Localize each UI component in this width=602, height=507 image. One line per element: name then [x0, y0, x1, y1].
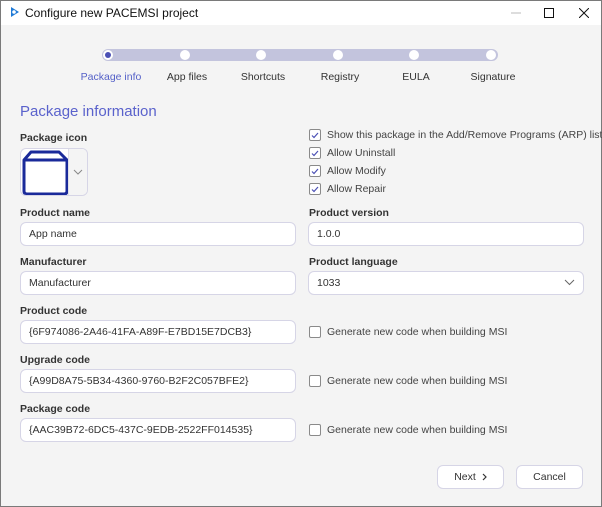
generate-product-code-checkbox[interactable]: [309, 326, 321, 338]
show-in-arp-checkbox[interactable]: [309, 129, 321, 141]
close-button[interactable]: [567, 1, 601, 25]
product-name-label: Product name: [20, 207, 91, 219]
title-bar: Configure new PACEMSI project: [1, 1, 601, 25]
step-label-registry[interactable]: Registry: [321, 71, 360, 83]
window-title: Configure new PACEMSI project: [25, 6, 199, 20]
checkmark-icon: [311, 168, 319, 174]
product-code-label: Product code: [20, 305, 88, 317]
package-code-input[interactable]: {AAC39B72-6DC5-437C-9EDB-2522FF014535}: [20, 418, 296, 442]
product-name-input[interactable]: App name: [20, 222, 296, 246]
step-label-signature[interactable]: Signature: [471, 71, 516, 83]
generate-package-code-checkbox[interactable]: [309, 424, 321, 436]
allow-uninstall-label: Allow Uninstall: [327, 147, 396, 159]
product-version-label: Product version: [309, 207, 389, 219]
generate-package-code-row[interactable]: Generate new code when building MSI: [309, 423, 507, 437]
step-label-package-info[interactable]: Package info: [81, 71, 142, 83]
allow-uninstall-checkbox-row[interactable]: Allow Uninstall: [309, 146, 395, 160]
checkmark-icon: [311, 132, 319, 138]
allow-modify-label: Allow Modify: [327, 165, 386, 177]
minimize-icon: [511, 12, 521, 14]
step-dot-shortcuts[interactable]: [256, 50, 266, 60]
manufacturer-label: Manufacturer: [20, 256, 87, 268]
cancel-button-label: Cancel: [533, 471, 566, 483]
upgrade-code-label: Upgrade code: [20, 354, 91, 366]
box-icon: [22, 150, 69, 195]
package-icon-label: Package icon: [20, 132, 88, 144]
step-dot-signature[interactable]: [486, 50, 496, 60]
allow-repair-checkbox[interactable]: [309, 183, 321, 195]
generate-package-code-label: Generate new code when building MSI: [327, 424, 508, 436]
step-dot-registry[interactable]: [333, 50, 343, 60]
configure-project-window: Configure new PACEMSI project Package in…: [0, 0, 602, 507]
wizard-progress-track: [102, 49, 498, 61]
next-button[interactable]: Next: [437, 465, 504, 489]
minimize-button[interactable]: [499, 1, 533, 25]
pacemsi-logo-icon: [11, 7, 19, 17]
package-icon-picker[interactable]: [20, 148, 88, 196]
generate-upgrade-code-checkbox[interactable]: [309, 375, 321, 387]
product-language-value: 1033: [317, 277, 341, 289]
checkmark-icon: [311, 186, 319, 192]
allow-uninstall-checkbox[interactable]: [309, 147, 321, 159]
product-version-input[interactable]: 1.0.0: [308, 222, 584, 246]
maximize-icon: [544, 8, 554, 18]
close-icon: [579, 8, 589, 18]
generate-product-code-row[interactable]: Generate new code when building MSI: [309, 325, 507, 339]
manufacturer-input[interactable]: Manufacturer: [20, 271, 296, 295]
generate-upgrade-code-row[interactable]: Generate new code when building MSI: [309, 374, 507, 388]
allow-modify-checkbox-row[interactable]: Allow Modify: [309, 164, 386, 178]
generate-upgrade-code-label: Generate new code when building MSI: [327, 375, 508, 387]
product-code-input[interactable]: {6F974086-2A46-41FA-A89F-E7BD15E7DCB3}: [20, 320, 296, 344]
maximize-button[interactable]: [532, 1, 566, 25]
next-button-label: Next: [454, 471, 476, 483]
icon-picker-dropdown[interactable]: [68, 149, 87, 195]
step-label-app-files[interactable]: App files: [167, 71, 207, 83]
package-code-label: Package code: [20, 403, 91, 415]
allow-repair-checkbox-row[interactable]: Allow Repair: [309, 182, 386, 196]
show-in-arp-checkbox-row[interactable]: Show this package in the Add/Remove Prog…: [309, 128, 602, 142]
show-in-arp-label: Show this package in the Add/Remove Prog…: [327, 129, 602, 141]
step-label-eula[interactable]: EULA: [402, 71, 429, 83]
upgrade-code-input[interactable]: {A99D8A75-5B34-4360-9760-B2F2C057BFE2}: [20, 369, 296, 393]
product-language-label: Product language: [309, 256, 398, 268]
section-title: Package information: [20, 103, 157, 120]
allow-repair-label: Allow Repair: [327, 183, 386, 195]
cancel-button[interactable]: Cancel: [516, 465, 583, 489]
chevron-down-icon: [564, 279, 575, 286]
step-dot-app-files[interactable]: [180, 50, 190, 60]
chevron-down-icon: [73, 169, 83, 175]
chevron-right-icon: [482, 473, 487, 481]
step-dot-package-info[interactable]: [103, 50, 113, 60]
step-dot-eula[interactable]: [409, 50, 419, 60]
step-label-shortcuts[interactable]: Shortcuts: [241, 71, 285, 83]
product-language-select[interactable]: 1033: [308, 271, 584, 295]
allow-modify-checkbox[interactable]: [309, 165, 321, 177]
generate-product-code-label: Generate new code when building MSI: [327, 326, 508, 338]
checkmark-icon: [311, 150, 319, 156]
